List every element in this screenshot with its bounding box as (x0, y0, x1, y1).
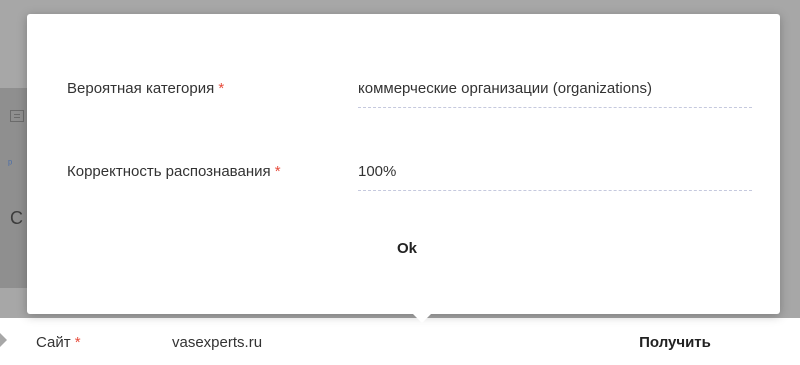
accuracy-label: Корректность распознавания * (67, 163, 281, 180)
required-mark: * (274, 163, 281, 180)
category-label-text: Вероятная категория (67, 80, 215, 97)
site-field-value[interactable]: vasexperts.ru (172, 334, 262, 351)
required-mark: * (74, 334, 81, 351)
ok-button[interactable]: Ok (367, 234, 447, 264)
recognition-result-popup: Вероятная категория * коммерческие орган… (27, 14, 780, 314)
accuracy-value-field[interactable]: 100% (358, 163, 752, 191)
accuracy-label-text: Корректность распознавания (67, 163, 271, 180)
site-label-text: Сайт (36, 334, 71, 351)
required-mark: * (218, 80, 225, 97)
get-button[interactable]: Получить (620, 326, 730, 360)
collapse-handle-icon[interactable] (0, 333, 7, 347)
background-letter: С (10, 208, 23, 228)
site-field-label: Сайт * (36, 334, 81, 351)
category-label: Вероятная категория * (67, 80, 224, 97)
popup-pointer-arrow (412, 313, 432, 323)
category-value-field[interactable]: коммерческие организации (organizations) (358, 80, 752, 108)
list-icon (10, 110, 24, 122)
background-link-icon: ᵖ (8, 158, 13, 170)
